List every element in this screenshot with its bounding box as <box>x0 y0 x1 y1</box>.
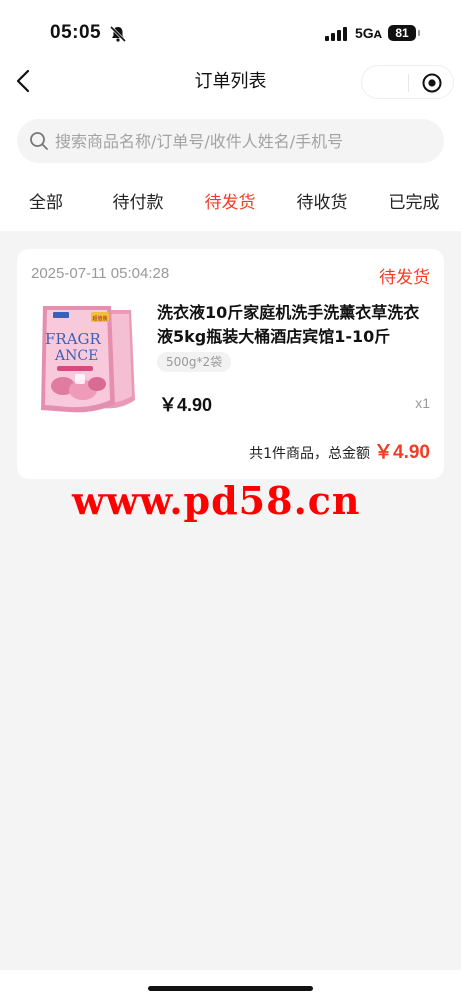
order-status: 待发货 <box>379 268 430 288</box>
product-spec: 500g*2袋 <box>157 352 232 372</box>
product-thumbnail[interactable]: 超值装 FRAGR ANCE <box>35 304 140 414</box>
product-quantity: x1 <box>415 395 430 411</box>
signal-icon <box>325 27 347 41</box>
product-price: ￥4.90 <box>159 395 213 415</box>
order-summary-text: 共1件商品，总金额 <box>249 446 371 462</box>
thumbnail-badge-text: 超值装 <box>92 315 107 322</box>
search-icon <box>30 132 48 150</box>
thumbnail-brand-line2: ANCE <box>54 348 98 364</box>
bottom-safe-area <box>0 970 461 1000</box>
bell-muted-icon <box>109 25 127 43</box>
status-time: 05:05 <box>50 22 102 43</box>
capsule-divider <box>408 74 409 92</box>
close-target-icon[interactable] <box>421 72 443 94</box>
battery-indicator: 81 <box>388 25 420 41</box>
tab-pending-shipment[interactable]: 待发货 <box>190 192 270 214</box>
order-total-line: 共1件商品，总金额 ￥4.90 <box>249 437 430 464</box>
more-menu-button[interactable] <box>362 66 408 98</box>
network-type: 5Gᴀ <box>355 25 382 41</box>
mini-program-capsule <box>361 65 454 99</box>
tab-pending-receipt[interactable]: 待收货 <box>282 192 362 214</box>
watermark: www.pd58.cn <box>72 478 361 523</box>
tab-pending-payment[interactable]: 待付款 <box>98 192 178 214</box>
tab-completed[interactable]: 已完成 <box>374 192 454 214</box>
thumbnail-brand-line1: FRAGR <box>45 330 102 348</box>
order-date: 2025-07-11 05:04:28 <box>31 265 170 282</box>
home-indicator <box>148 986 313 991</box>
order-card[interactable]: 2025-07-11 05:04:28 待发货 超值装 FRAGR ANCE 洗… <box>17 249 444 479</box>
product-name[interactable]: 洗衣液10斤家庭机洗手洗薰衣草洗衣液5kg瓶装大桶酒店宾馆1-10斤 <box>157 301 427 349</box>
order-total-amount: ￥4.90 <box>374 442 430 463</box>
tab-all[interactable]: 全部 <box>6 192 86 214</box>
search-input[interactable] <box>55 119 435 163</box>
search-bar[interactable] <box>17 119 444 163</box>
status-bar: 05:05 5Gᴀ 81 <box>0 0 461 62</box>
